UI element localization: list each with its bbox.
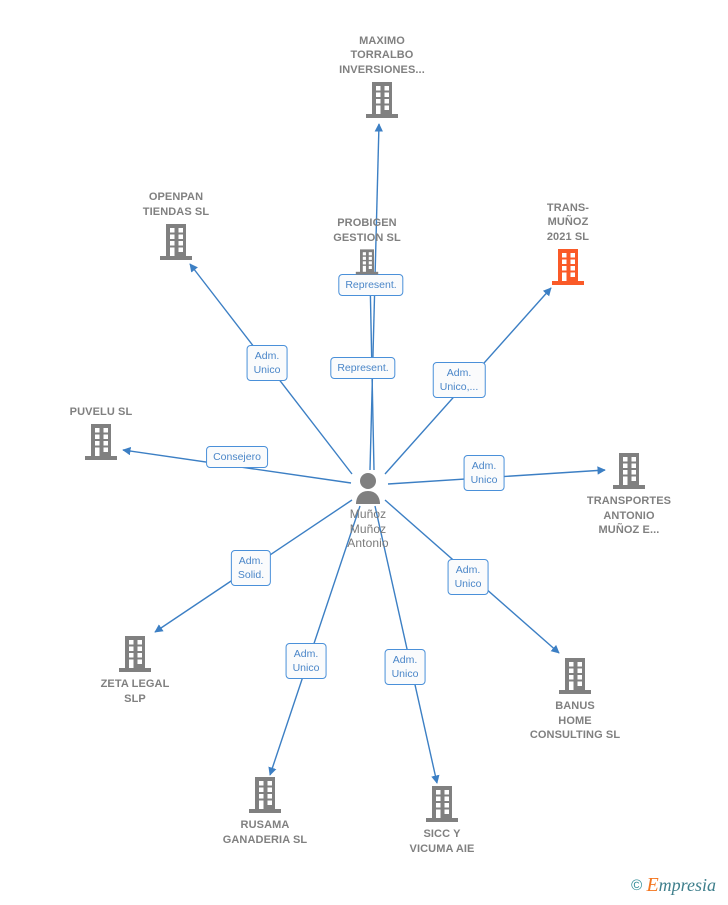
graph-node-label: RUSAMA GANADERIA SL bbox=[222, 819, 308, 846]
edge-trans-munoz-2021-label[interactable]: Adm. Unico,... bbox=[432, 362, 486, 398]
building-icon-wrap[interactable] bbox=[111, 222, 241, 262]
graph-node-transportes-antonio-munoz-e[interactable]: TRANSPORTES ANTONIO MUÑOZ E... bbox=[564, 451, 694, 538]
network-graph-canvas[interactable]: Represent. Represent. Adm. Unico Adm. Unico… bbox=[0, 0, 728, 905]
edge-probigen-gestion-label[interactable]: Represent. bbox=[338, 274, 404, 296]
building-icon bbox=[160, 224, 192, 260]
person-icon-wrap[interactable] bbox=[303, 472, 433, 504]
edge-puvelu-label[interactable]: Consejero bbox=[206, 446, 268, 468]
graph-node-label: OPENPAN TIENDAS SL bbox=[142, 191, 210, 218]
person-icon bbox=[356, 473, 380, 504]
graph-node-probigen-gestion-sl[interactable]: PROBIGEN GESTION SL bbox=[302, 216, 432, 276]
edge-maximo-torralbo[interactable] bbox=[369, 123, 384, 471]
graph-node-label: SICC Y VICUMA AIE bbox=[409, 828, 475, 855]
edge-maximo-torralbo-label[interactable]: Represent. bbox=[330, 357, 396, 379]
building-icon bbox=[355, 249, 379, 275]
graph-node-label: PUVELU SL bbox=[69, 405, 133, 418]
graph-node-label: PROBIGEN GESTION SL bbox=[333, 217, 401, 244]
graph-node-label: TRANS- MUÑOZ 2021 SL bbox=[546, 201, 590, 243]
building-icon bbox=[426, 786, 458, 822]
building-icon bbox=[119, 636, 151, 672]
empresia-watermark: © Empresia bbox=[631, 874, 716, 897]
building-icon bbox=[249, 777, 281, 813]
graph-node-label: ZETA LEGAL SLP bbox=[100, 678, 170, 705]
building-icon bbox=[366, 82, 398, 118]
building-icon-wrap[interactable] bbox=[70, 634, 200, 674]
graph-node-banus-home-consulting-sl[interactable]: BANUS HOME CONSULTING SL bbox=[510, 656, 640, 743]
building-icon bbox=[552, 249, 584, 285]
edge-banus-home-label[interactable]: Adm. Unico bbox=[447, 559, 489, 595]
graph-node-rusama-ganaderia-sl[interactable]: RUSAMA GANADERIA SL bbox=[200, 775, 330, 847]
building-icon bbox=[559, 658, 591, 694]
watermark-brand-initial: E bbox=[646, 874, 659, 896]
building-icon-wrap[interactable] bbox=[564, 451, 694, 491]
edge-openpan-tiendas-label[interactable]: Adm. Unico bbox=[246, 345, 288, 381]
graph-node-sicc-y-vicuma-aie[interactable]: SICC Y VICUMA AIE bbox=[377, 784, 507, 856]
building-icon-wrap[interactable] bbox=[302, 248, 432, 276]
graph-node-trans-munoz-2021-sl[interactable]: TRANS- MUÑOZ 2021 SL bbox=[503, 201, 633, 288]
copyright-icon: © bbox=[631, 877, 643, 894]
graph-node-maximo-torralbo-inversiones[interactable]: MAXIMO TORRALBO INVERSIONES... bbox=[317, 34, 447, 121]
building-icon-wrap[interactable] bbox=[317, 80, 447, 120]
graph-node-label: Muñoz Muñoz Antonio bbox=[347, 507, 389, 550]
graph-node-openpan-tiendas-sl[interactable]: OPENPAN TIENDAS SL bbox=[111, 190, 241, 262]
graph-node-center-person[interactable]: Muñoz Muñoz Antonio bbox=[303, 472, 433, 551]
watermark-brand-name: mpresia bbox=[658, 875, 716, 895]
graph-node-label: TRANSPORTES ANTONIO MUÑOZ E... bbox=[586, 495, 672, 536]
building-icon-wrap[interactable] bbox=[503, 247, 633, 287]
building-icon-wrap[interactable] bbox=[36, 422, 166, 462]
edge-zeta-legal-label[interactable]: Adm. Solid. bbox=[230, 550, 272, 586]
building-icon-wrap[interactable] bbox=[200, 775, 330, 815]
building-icon-wrap[interactable] bbox=[510, 656, 640, 696]
edge-sicc-y-vicuma-label[interactable]: Adm. Unico bbox=[384, 649, 426, 685]
building-icon bbox=[613, 453, 645, 489]
edge-transportes-antonio-munoz-label[interactable]: Adm. Unico bbox=[463, 455, 505, 491]
graph-node-label: BANUS HOME CONSULTING SL bbox=[529, 700, 621, 741]
building-icon bbox=[85, 424, 117, 460]
graph-node-zeta-legal-slp[interactable]: ZETA LEGAL SLP bbox=[70, 634, 200, 706]
building-icon-wrap[interactable] bbox=[377, 784, 507, 824]
edge-rusama-ganaderia-label[interactable]: Adm. Unico bbox=[285, 643, 327, 679]
graph-node-label: MAXIMO TORRALBO INVERSIONES... bbox=[339, 34, 425, 76]
graph-node-puvelu-sl[interactable]: PUVELU SL bbox=[36, 405, 166, 463]
